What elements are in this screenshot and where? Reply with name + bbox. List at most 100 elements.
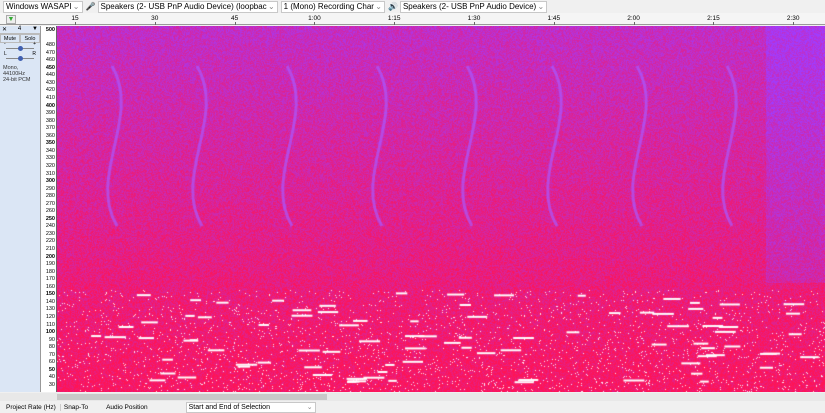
frequency-label: 470 [45, 49, 55, 56]
solo-button[interactable]: Solo [20, 34, 40, 43]
pan-right-label: R [32, 51, 36, 57]
pan-slider-thumb[interactable] [18, 56, 23, 61]
time-tick-mark [154, 22, 156, 25]
frequency-label: 40 [48, 374, 55, 381]
frequency-label: 210 [45, 246, 55, 253]
selection-mode-value: Start and End of Selection [188, 403, 270, 411]
frequency-label: 70 [48, 351, 55, 358]
time-tick-label: 45 [230, 15, 239, 22]
frequency-label: 260 [45, 208, 55, 215]
frequency-label: 90 [48, 336, 55, 343]
frequency-label: 340 [45, 147, 55, 154]
frequency-label: 430 [45, 79, 55, 86]
time-tick-mark [633, 22, 635, 25]
pan-left-label: L [4, 51, 7, 57]
track-menu-chevron-icon[interactable]: ▼ [32, 26, 38, 33]
audio-host-value: Windows WASAPI [6, 2, 72, 11]
chevron-down-icon: ⌄ [375, 2, 382, 11]
time-tick-mark [474, 22, 475, 25]
frequency-label: 280 [45, 193, 55, 200]
frequency-label: 410 [45, 94, 55, 101]
gain-slider[interactable]: - + [4, 41, 36, 53]
frequency-label: 170 [45, 276, 55, 283]
chevron-down-icon: ⌄ [267, 2, 275, 11]
track-name[interactable]: 4 [18, 26, 21, 33]
track-control-panel: ✕ 4 ▼ Mute Solo - + LR Mono, 44100Hz 24-bit P… [0, 26, 41, 392]
frequency-label: 310 [45, 170, 55, 177]
frequency-label: 290 [45, 185, 55, 192]
frequency-label: 100 [45, 329, 55, 336]
frequency-label: 110 [46, 321, 55, 328]
audio-position-label: Audio Position [106, 403, 148, 411]
frequency-label: 240 [45, 223, 55, 230]
playback-device-value: Speakers (2- USB PnP Audio Device) [402, 2, 537, 11]
frequency-label: 150 [45, 291, 55, 298]
time-tick-label: 1:30 [467, 15, 481, 22]
time-tick-label: 1:00 [308, 15, 321, 22]
time-tick-label: 1:15 [387, 15, 401, 22]
recording-channels-value: 1 (Mono) Recording Char [283, 2, 374, 11]
frequency-label: 140 [45, 298, 55, 305]
time-tick-mark [713, 22, 715, 25]
track-format-rate: Mono, 44100Hz [3, 65, 26, 77]
frequency-label: 480 [45, 42, 55, 49]
chevron-down-icon: ⌄ [72, 2, 80, 11]
time-tick-mark [75, 22, 76, 25]
time-tick-label: 15 [71, 15, 79, 22]
chevron-down-icon: ⌄ [306, 404, 313, 411]
time-tick-label: 1:45 [547, 15, 561, 22]
time-tick-mark [314, 22, 316, 25]
frequency-label: 320 [45, 162, 55, 169]
device-toolbar: Windows WASAPI ⌄ 🎤 Speakers (2- USB PnP A… [0, 0, 825, 13]
playback-device-select[interactable]: Speakers (2- USB PnP Audio Device) ⌄ [399, 0, 548, 13]
recording-channels-select[interactable]: 1 (Mono) Recording Char ⌄ [280, 0, 385, 13]
spectrogram[interactable] [57, 26, 825, 392]
frequency-label: 400 [45, 102, 55, 109]
scrollbar-thumb[interactable] [57, 394, 327, 400]
frequency-label: 30 [48, 382, 55, 388]
recording-device-select[interactable]: Speakers (2- USB PnP Audio Device) (loop… [97, 0, 278, 13]
frequency-label: 250 [45, 215, 55, 222]
time-tick-label: 2:15 [707, 15, 720, 22]
frequency-label: 130 [45, 306, 55, 313]
time-tick-mark [793, 22, 795, 25]
play-head-button[interactable]: ▼ [6, 15, 16, 24]
close-track-icon[interactable]: ✕ [2, 26, 7, 33]
speaker-icon: 🔊 [387, 2, 398, 11]
frequency-label: 50 [48, 366, 55, 373]
frequency-axis[interactable]: 500 480 470 460 450 440 430 420 410 400 390 380 370 3… [41, 26, 57, 392]
frequency-label: 360 [45, 132, 55, 139]
gain-max-label: + [33, 41, 36, 47]
timeline-ruler[interactable]: ▼ 15 30 45 1:00 1:15 1:30 1:45 2:00 2:15 2:30 [0, 13, 825, 25]
selection-toolbar: Project Rate (Hz) Snap-To Audio Position… [0, 401, 825, 413]
mute-button[interactable]: Mute [0, 34, 20, 43]
frequency-label: 120 [45, 314, 55, 321]
frequency-label: 500 [45, 27, 55, 33]
pan-slider[interactable]: LR [4, 51, 36, 63]
frequency-label: 190 [45, 261, 55, 268]
time-tick-label: 30 [151, 15, 159, 22]
snap-to-label: Snap-To [59, 403, 88, 411]
frequency-label: 270 [45, 200, 55, 207]
time-tick-mark [234, 22, 236, 25]
time-tick-mark [553, 22, 555, 25]
frequency-label: 380 [45, 117, 55, 124]
frequency-label: 350 [45, 140, 55, 147]
gain-slider-thumb[interactable] [18, 46, 23, 51]
gain-min-label: - [4, 41, 6, 47]
frequency-label: 370 [45, 125, 55, 132]
frequency-label: 390 [45, 110, 55, 117]
frequency-label: 330 [45, 155, 55, 162]
frequency-label: 300 [45, 178, 55, 185]
horizontal-scrollbar[interactable] [0, 393, 825, 401]
frequency-label: 460 [45, 57, 55, 64]
microphone-icon: 🎤 [85, 2, 96, 11]
selection-mode-select[interactable]: Start and End of Selection ⌄ [185, 401, 316, 413]
frequency-label: 420 [45, 87, 55, 94]
frequency-label: 230 [45, 230, 55, 237]
audio-host-select[interactable]: Windows WASAPI ⌄ [3, 0, 83, 13]
track-format-bits: 24-bit PCM [3, 77, 31, 83]
recording-device-value: Speakers (2- USB PnP Audio Device) (loop… [100, 2, 267, 11]
frequency-label: 60 [48, 359, 55, 366]
frequency-label: 80 [48, 344, 55, 351]
